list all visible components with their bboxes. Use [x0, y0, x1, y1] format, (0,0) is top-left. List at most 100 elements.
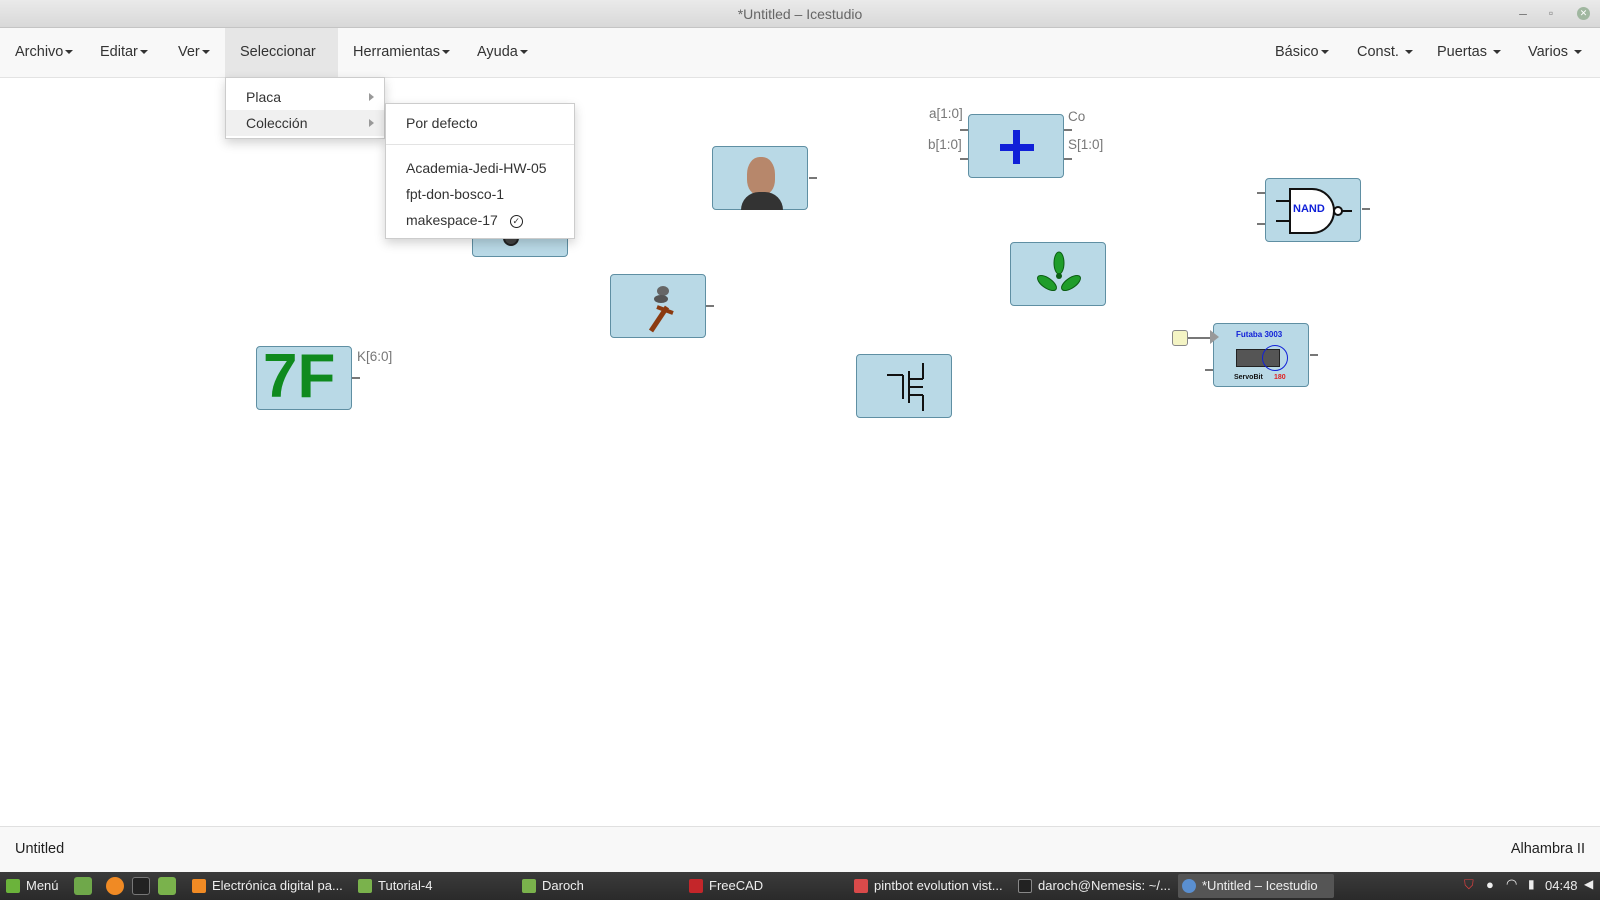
- port-co[interactable]: [1064, 129, 1072, 131]
- menu-herramientas[interactable]: Herramientas: [338, 28, 465, 77]
- menu-editar-label: Editar: [100, 44, 138, 60]
- block-constant[interactable]: 7F: [256, 345, 352, 410]
- volume-icon[interactable]: ◀: [1584, 877, 1593, 891]
- nand-port-in1[interactable]: [1257, 192, 1265, 194]
- servo-bottom-label: ServoBit: [1234, 374, 1263, 381]
- block-torch[interactable]: [610, 274, 706, 338]
- firefox-icon: [192, 879, 206, 893]
- collection-item-makespace[interactable]: makespace-17 ✓: [386, 207, 574, 233]
- collection-item-fpt[interactable]: fpt-don-bosco-1: [386, 181, 574, 207]
- collection-item-academia[interactable]: Academia-Jedi-HW-05: [386, 155, 574, 181]
- menu-varios-label: Varios: [1528, 44, 1569, 60]
- servo-port-in2[interactable]: [1205, 369, 1213, 371]
- status-board[interactable]: Alhambra II: [1511, 841, 1585, 857]
- maximize-icon[interactable]: ▫: [1541, 0, 1561, 28]
- task-label: daroch@Nemesis: ~/...: [1038, 878, 1171, 893]
- clock-input-icon: [1210, 330, 1219, 344]
- battery-icon[interactable]: ▮: [1528, 877, 1535, 891]
- collection-item-label: Academia-Jedi-HW-05: [406, 160, 547, 176]
- chevron-right-icon: [369, 93, 374, 101]
- check-circle-icon: ✓: [509, 214, 523, 228]
- image-viewer-icon: [854, 879, 868, 893]
- menu-item-placa[interactable]: Placa: [226, 84, 384, 110]
- block-mosfet[interactable]: [856, 354, 952, 418]
- menu-basico-label: Básico: [1275, 44, 1319, 60]
- task-tutorial[interactable]: Tutorial-4: [354, 874, 506, 898]
- menu-ayuda[interactable]: Ayuda: [462, 28, 543, 77]
- block-port[interactable]: [706, 305, 714, 307]
- menu-item-coleccion-label: Colección: [246, 115, 308, 131]
- servo-wire[interactable]: [1188, 337, 1212, 339]
- minimize-icon[interactable]: –: [1513, 0, 1533, 28]
- mosfet-icon: [887, 363, 924, 411]
- shoulders-icon: [741, 192, 783, 210]
- constant-port-label: K[6:0]: [357, 349, 393, 364]
- face-icon: [747, 157, 775, 195]
- task-label: Tutorial-4: [378, 878, 433, 893]
- port-s[interactable]: [1064, 158, 1072, 160]
- close-icon[interactable]: ✕: [1577, 7, 1590, 20]
- menu-varios[interactable]: Varios: [1513, 28, 1597, 77]
- chevron-right-icon: [369, 119, 374, 127]
- menu-editar[interactable]: Editar: [85, 28, 163, 77]
- menu-archivo-label: Archivo: [15, 44, 64, 60]
- menu-item-coleccion[interactable]: Colección: [226, 110, 384, 136]
- menu-item-placa-label: Placa: [246, 89, 282, 105]
- adder-port-b-label: b[1:0]: [928, 137, 962, 152]
- nand-port-in2[interactable]: [1257, 223, 1265, 225]
- task-label: pintbot evolution vist...: [874, 878, 1003, 893]
- task-daroch[interactable]: Daroch: [518, 874, 670, 898]
- collection-default[interactable]: Por defecto: [386, 110, 574, 136]
- task-icestudio[interactable]: *Untitled – Icestudio: [1178, 874, 1334, 898]
- terminal-icon[interactable]: [132, 877, 150, 895]
- block-nand[interactable]: NAND: [1265, 178, 1361, 242]
- mint-logo-icon: [6, 879, 20, 893]
- terminal-icon: [1018, 879, 1032, 893]
- shield-icon[interactable]: ⛉: [1464, 877, 1474, 893]
- servo-arc-icon: [1262, 345, 1288, 371]
- input-pin[interactable]: [1172, 330, 1188, 346]
- block-adder[interactable]: [968, 114, 1064, 178]
- menu-ver[interactable]: Ver: [163, 28, 225, 77]
- menu-ayuda-label: Ayuda: [477, 44, 518, 60]
- menu-seleccionar[interactable]: Seleccionar: [225, 28, 338, 104]
- task-freecad[interactable]: FreeCAD: [685, 874, 837, 898]
- task-pintbot[interactable]: pintbot evolution vist...: [850, 874, 1008, 898]
- adder-port-co-label: Co: [1068, 109, 1086, 124]
- menu-puertas[interactable]: Puertas: [1422, 28, 1516, 77]
- design-canvas[interactable]: a[1:0] b[1:0] Co S[1:0] NAND Futaba 3003…: [0, 78, 1600, 826]
- constant-port[interactable]: [352, 377, 360, 379]
- window-title: *Untitled – Icestudio: [737, 6, 863, 22]
- chevron-down-icon: [1493, 50, 1502, 55]
- start-menu-button[interactable]: Menú: [2, 874, 66, 898]
- files-icon[interactable]: [158, 877, 176, 895]
- folder-icon: [358, 879, 372, 893]
- wifi-icon[interactable]: ◠: [1506, 876, 1517, 892]
- chevron-down-icon: [442, 50, 451, 55]
- task-electronica[interactable]: Electrónica digital pa...: [188, 874, 346, 898]
- servo-port-out[interactable]: [1310, 354, 1318, 356]
- port-b[interactable]: [960, 158, 968, 160]
- port-a[interactable]: [960, 129, 968, 131]
- menu-divider: [386, 144, 574, 145]
- firefox-icon[interactable]: [106, 877, 124, 895]
- menu-herramientas-label: Herramientas: [353, 44, 441, 60]
- clock-text[interactable]: 04:48: [1545, 878, 1578, 893]
- menu-basico[interactable]: Básico: [1260, 28, 1344, 77]
- block-fan[interactable]: [1010, 242, 1106, 306]
- menu-const-label: Const.: [1357, 44, 1399, 60]
- nand-label: NAND: [1293, 203, 1325, 215]
- block-servo[interactable]: Futaba 3003 ServoBit 180: [1213, 323, 1309, 387]
- user-icon[interactable]: ●: [1486, 877, 1494, 892]
- menu-puertas-label: Puertas: [1437, 44, 1487, 60]
- task-terminal[interactable]: daroch@Nemesis: ~/...: [1014, 874, 1174, 898]
- block-photo[interactable]: [712, 146, 808, 210]
- collection-default-label: Por defecto: [406, 115, 478, 131]
- menu-const[interactable]: Const.: [1342, 28, 1428, 77]
- plus-icon-v: [1013, 130, 1020, 164]
- show-desktop-icon[interactable]: [74, 877, 92, 895]
- nand-port-out[interactable]: [1362, 208, 1370, 210]
- block-port[interactable]: [809, 177, 817, 179]
- freecad-icon: [689, 879, 703, 893]
- menu-archivo[interactable]: Archivo: [0, 28, 88, 77]
